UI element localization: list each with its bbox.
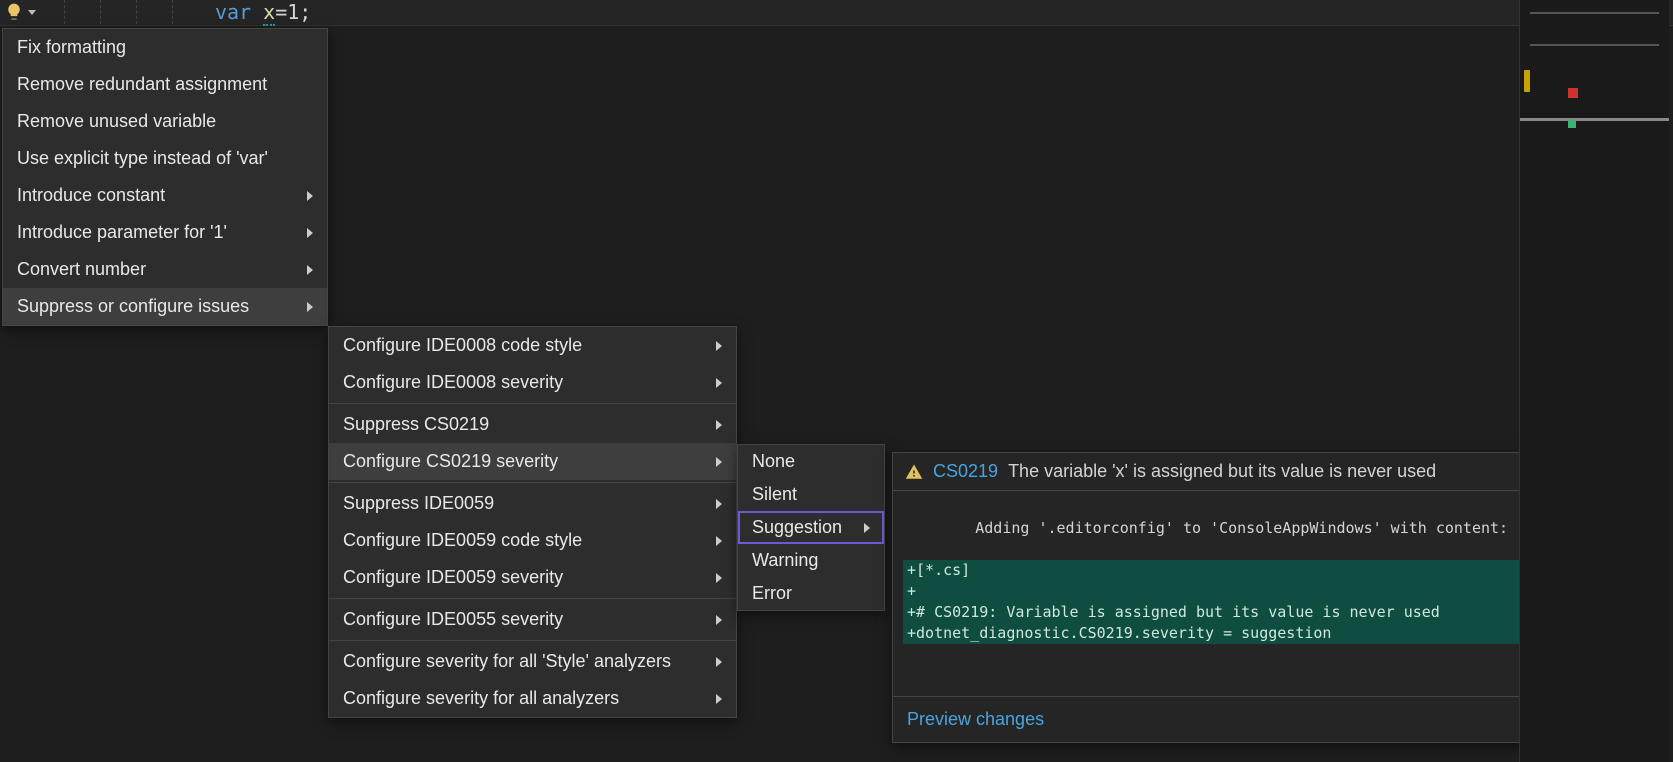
menu-item[interactable]: Configure severity for all analyzers (329, 680, 736, 717)
menu-item[interactable]: Configure CS0219 severity (329, 443, 736, 480)
severity-option[interactable]: Silent (738, 478, 884, 511)
preview-header: CS0219 The variable 'x' is assigned but … (893, 453, 1561, 491)
menu-item-label: Use explicit type instead of 'var' (17, 148, 268, 169)
menu-item[interactable]: Convert number (3, 251, 327, 288)
menu-item[interactable]: Remove unused variable (3, 103, 327, 140)
menu-item[interactable]: Fix formatting (3, 29, 327, 66)
menu-item-label: Configure IDE0008 severity (343, 372, 563, 393)
menu-item-label: Convert number (17, 259, 146, 280)
menu-item[interactable]: Remove redundant assignment (3, 66, 327, 103)
submenu-arrow-icon (716, 615, 722, 625)
menu-separator (329, 640, 736, 641)
warning-icon (905, 463, 923, 481)
severity-option-label: Warning (752, 550, 818, 571)
menu-separator (329, 482, 736, 483)
submenu-arrow-icon (307, 191, 313, 201)
menu-item-label: Introduce constant (17, 185, 165, 206)
menu-item[interactable]: Introduce parameter for '1' (3, 214, 327, 251)
preview-diff: Adding '.editorconfig' to 'ConsoleAppWin… (893, 491, 1561, 696)
editor-line-area: var x=1; (0, 0, 1673, 26)
menu-separator (329, 598, 736, 599)
indent-guides (64, 0, 208, 24)
menu-item[interactable]: Configure severity for all 'Style' analy… (329, 643, 736, 680)
preview-panel: CS0219 The variable 'x' is assigned but … (892, 452, 1562, 743)
severity-option-label: Silent (752, 484, 797, 505)
menu-item[interactable]: Suppress CS0219 (329, 406, 736, 443)
submenu-arrow-icon (716, 378, 722, 388)
minimap-viewport[interactable] (1520, 118, 1669, 121)
menu-item-label: Configure IDE0008 code style (343, 335, 582, 356)
menu-item-label: Remove unused variable (17, 111, 216, 132)
diff-added-line: +# CS0219: Variable is assigned but its … (903, 602, 1551, 623)
code-identifier: x (263, 0, 275, 26)
menu-item-label: Configure severity for all 'Style' analy… (343, 651, 671, 672)
preview-footer: Preview changes (893, 696, 1561, 742)
lightbulb-dropdown[interactable] (4, 2, 36, 22)
submenu-arrow-icon (716, 457, 722, 467)
menu-item[interactable]: Suppress or configure issues (3, 288, 327, 325)
lightbulb-icon (4, 2, 24, 22)
code-keyword: var (215, 0, 251, 24)
severity-option-label: Error (752, 583, 792, 604)
menu-separator (329, 403, 736, 404)
menu-item-label: Configure CS0219 severity (343, 451, 558, 472)
minimap-marker-error (1568, 88, 1578, 98)
menu-item-label: Remove redundant assignment (17, 74, 267, 95)
menu-item[interactable]: Configure IDE0008 code style (329, 327, 736, 364)
diff-added-line: +[*.cs] (903, 560, 1551, 581)
menu-item[interactable]: Configure IDE0059 code style (329, 522, 736, 559)
diff-added-line: + (903, 581, 1551, 602)
menu-item-label: Introduce parameter for '1' (17, 222, 227, 243)
minimap[interactable] (1519, 0, 1669, 762)
menu-item[interactable]: Configure IDE0059 severity (329, 559, 736, 596)
menu-item-label: Configure severity for all analyzers (343, 688, 619, 709)
code-rest: =1; (275, 0, 311, 24)
diff-context-line: Adding '.editorconfig' to 'ConsoleAppWin… (939, 519, 1508, 537)
menu-item-label: Suppress IDE0059 (343, 493, 494, 514)
severity-option-label: Suggestion (752, 517, 842, 538)
code-line[interactable]: var x=1; (215, 0, 311, 24)
suppress-configure-submenu: Configure IDE0008 code style Configure ID… (328, 326, 737, 718)
menu-item[interactable]: Introduce constant (3, 177, 327, 214)
submenu-arrow-icon (716, 341, 722, 351)
diagnostic-message: The variable 'x' is assigned but its val… (1008, 461, 1436, 482)
diff-added-line: +dotnet_diagnostic.CS0219.severity = sug… (903, 623, 1551, 644)
submenu-arrow-icon (716, 657, 722, 667)
menu-item[interactable]: Configure IDE0008 severity (329, 364, 736, 401)
severity-option[interactable]: None (738, 445, 884, 478)
submenu-arrow-icon (716, 499, 722, 509)
menu-item[interactable]: Use explicit type instead of 'var' (3, 140, 327, 177)
minimap-marker-warning (1524, 70, 1530, 92)
severity-option[interactable]: Suggestion (738, 511, 884, 544)
minimap-line (1530, 44, 1659, 46)
menu-item[interactable]: Suppress IDE0059 (329, 485, 736, 522)
submenu-arrow-icon (716, 420, 722, 430)
menu-item-label: Configure IDE0055 severity (343, 609, 563, 630)
menu-item-label: Suppress CS0219 (343, 414, 489, 435)
minimap-line (1530, 12, 1659, 14)
minimap-marker-info (1568, 120, 1576, 128)
chevron-down-icon (28, 10, 36, 15)
submenu-arrow-icon (307, 265, 313, 275)
severity-option-label: None (752, 451, 795, 472)
severity-option[interactable]: Warning (738, 544, 884, 577)
severity-option[interactable]: Error (738, 577, 884, 610)
preview-changes-link[interactable]: Preview changes (907, 709, 1044, 729)
submenu-arrow-icon (716, 536, 722, 546)
submenu-arrow-icon (864, 523, 870, 533)
menu-item-label: Suppress or configure issues (17, 296, 249, 317)
submenu-arrow-icon (716, 573, 722, 583)
quick-actions-menu: Fix formatting Remove redundant assignmen… (2, 28, 328, 326)
submenu-arrow-icon (307, 302, 313, 312)
menu-item-label: Configure IDE0059 severity (343, 567, 563, 588)
severity-submenu: None Silent Suggestion Warning Error (737, 444, 885, 611)
menu-item-label: Configure IDE0059 code style (343, 530, 582, 551)
diagnostic-code: CS0219 (933, 461, 998, 482)
menu-item[interactable]: Configure IDE0055 severity (329, 601, 736, 638)
menu-item-label: Fix formatting (17, 37, 126, 58)
submenu-arrow-icon (716, 694, 722, 704)
submenu-arrow-icon (307, 228, 313, 238)
